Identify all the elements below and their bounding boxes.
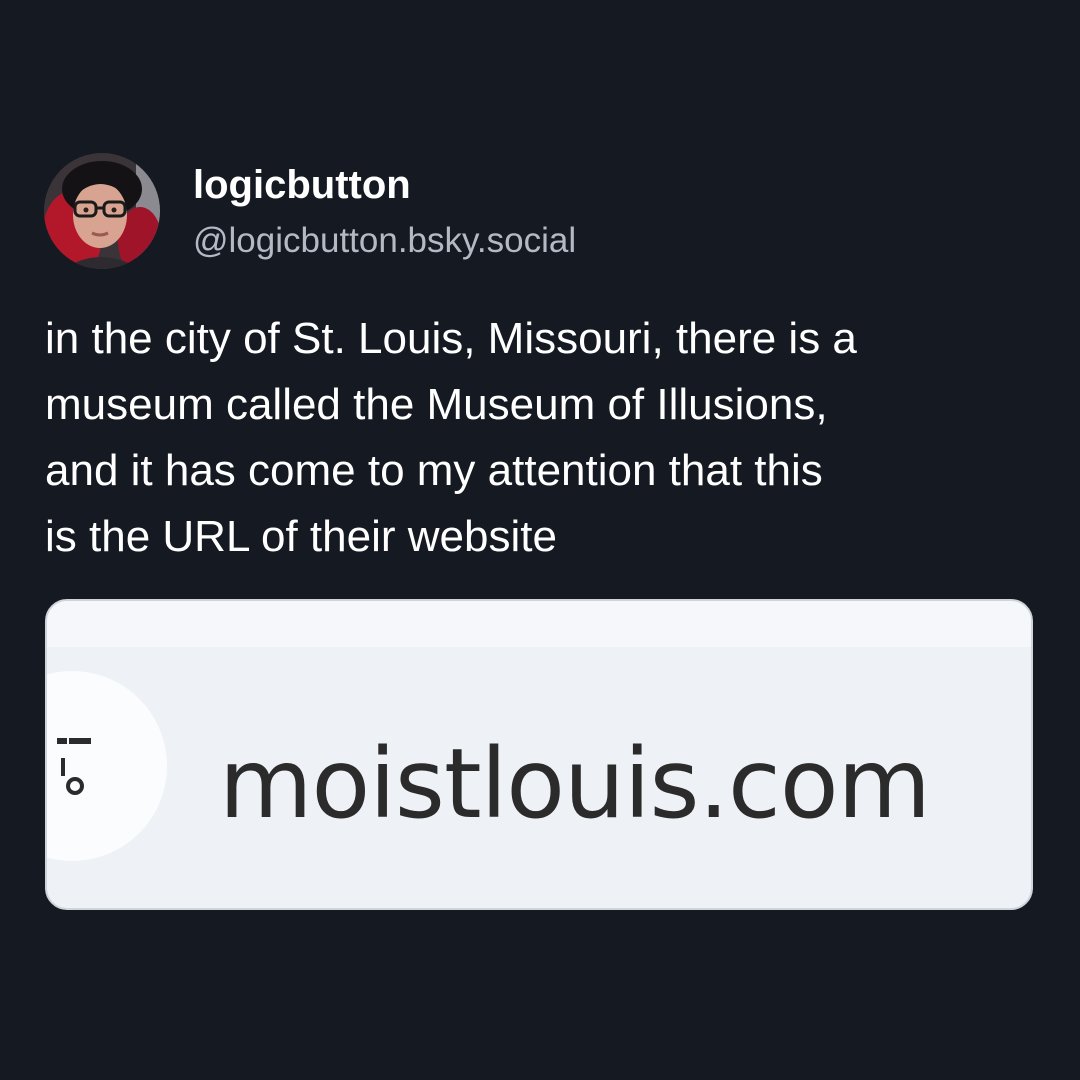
embedded-image[interactable]: moistlouis.com [45, 599, 1033, 910]
post: logicbutton @logicbutton.bsky.social in … [0, 0, 1080, 1080]
avatar[interactable] [44, 153, 160, 269]
site-info-button[interactable] [47, 671, 167, 861]
author-handle[interactable]: @logicbutton.bsky.social [193, 217, 576, 265]
post-text: in the city of St. Louis, Missouri, ther… [45, 314, 857, 561]
url-text: moistlouis.com [219, 728, 931, 840]
profile-photo-icon [44, 153, 160, 269]
address-bar-top-band [47, 601, 1031, 647]
tune-icon [57, 738, 91, 795]
author-display-name[interactable]: logicbutton [193, 159, 411, 211]
